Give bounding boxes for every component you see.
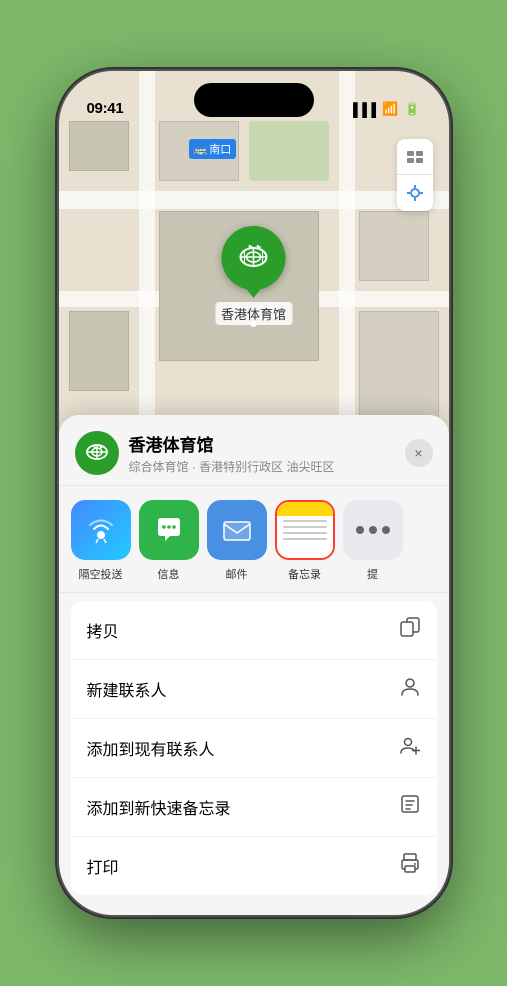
map-label-text: 南口 — [209, 141, 231, 157]
more-icon — [343, 500, 403, 560]
share-actions-row: 隔空投送 信息 — [59, 486, 449, 593]
mail-icon — [207, 500, 267, 560]
venue-icon — [75, 431, 119, 475]
person-add-icon-svg — [399, 734, 421, 756]
signal-icon: ▐▐▐ — [348, 102, 376, 117]
print-label: 打印 — [87, 854, 119, 878]
messages-label: 信息 — [158, 566, 180, 582]
map-label-tag: 🚌 南口 — [189, 139, 237, 159]
phone-screen: 09:41 ▐▐▐ 📶 🔋 — [59, 71, 449, 915]
venue-info: 香港体育馆 综合体育馆 · 香港特别行政区 油尖旺区 — [129, 431, 405, 475]
quick-note-label: 添加到新快速备忘录 — [87, 795, 231, 819]
status-time: 09:41 — [87, 100, 124, 117]
status-icons: ▐▐▐ 📶 🔋 — [348, 101, 420, 117]
notes-line-4 — [283, 538, 327, 540]
add-contact-label: 添加到现有联系人 — [87, 736, 215, 760]
notes-top-bar — [277, 502, 333, 516]
more-dot-1 — [356, 526, 364, 534]
park-area — [249, 121, 329, 181]
notes-label: 备忘录 — [288, 566, 321, 582]
map-controls — [397, 139, 433, 211]
notes-lines — [283, 520, 327, 540]
new-contact-label: 新建联系人 — [87, 677, 167, 701]
share-item-notes[interactable]: 备忘录 — [275, 500, 335, 582]
copy-icon — [399, 616, 421, 644]
pin-circle — [221, 226, 285, 290]
notes-line-1 — [283, 520, 327, 522]
map-label-icon: 🚌 — [194, 143, 208, 156]
notes-icon — [275, 500, 335, 560]
share-item-airdrop[interactable]: 隔空投送 — [71, 500, 131, 582]
location-button[interactable] — [397, 175, 433, 211]
building-3 — [359, 211, 429, 281]
building-2 — [69, 121, 129, 171]
map-type-icon — [405, 147, 425, 167]
notes-inner — [277, 502, 333, 558]
notes-line-3 — [283, 532, 327, 534]
more-label: 提 — [367, 566, 378, 582]
action-print[interactable]: 打印 — [71, 837, 437, 895]
close-button[interactable]: × — [405, 439, 433, 467]
sheet-header: 香港体育馆 综合体育馆 · 香港特别行政区 油尖旺区 × — [59, 415, 449, 486]
quick-note-icon — [399, 793, 421, 821]
airdrop-label: 隔空投送 — [79, 566, 123, 582]
messages-bubble-icon — [152, 513, 186, 547]
new-contact-icon — [399, 675, 421, 703]
note-icon-svg — [399, 793, 421, 815]
building-4 — [69, 311, 129, 391]
share-item-messages[interactable]: 信息 — [139, 500, 199, 582]
phone-frame: 09:41 ▐▐▐ 📶 🔋 — [59, 71, 449, 915]
pin-dot — [250, 321, 256, 327]
notes-line-2 — [283, 526, 327, 528]
mail-envelope-icon — [220, 513, 254, 547]
bottom-sheet: 香港体育馆 综合体育馆 · 香港特别行政区 油尖旺区 × — [59, 415, 449, 915]
person-icon-svg — [399, 675, 421, 697]
mail-label: 邮件 — [226, 566, 248, 582]
messages-icon — [139, 500, 199, 560]
location-pin[interactable]: 香港体育馆 — [215, 226, 292, 325]
action-copy[interactable]: 拷贝 — [71, 601, 437, 660]
battery-icon: 🔋 — [404, 101, 420, 117]
copy-icon-svg — [399, 616, 421, 638]
airdrop-icon — [71, 500, 131, 560]
venue-subtitle: 综合体育馆 · 香港特别行政区 油尖旺区 — [129, 458, 405, 475]
action-new-contact[interactable]: 新建联系人 — [71, 660, 437, 719]
action-list: 拷贝 新建联系人 — [71, 601, 437, 895]
airdrop-wifi-icon — [84, 513, 118, 547]
more-dot-2 — [369, 526, 377, 534]
wifi-icon: 📶 — [382, 101, 398, 117]
building-5 — [359, 311, 439, 431]
venue-stadium-icon — [83, 439, 111, 467]
location-icon — [406, 184, 424, 202]
venue-name: 香港体育馆 — [129, 431, 405, 456]
stadium-icon — [234, 239, 272, 277]
share-item-mail[interactable]: 邮件 — [207, 500, 267, 582]
share-item-more[interactable]: 提 — [343, 500, 403, 582]
road-horizontal — [59, 191, 449, 209]
more-dot-3 — [382, 526, 390, 534]
copy-label: 拷贝 — [87, 618, 119, 642]
action-quick-note[interactable]: 添加到新快速备忘录 — [71, 778, 437, 837]
map-type-button[interactable] — [397, 139, 433, 175]
print-icon — [399, 852, 421, 880]
print-icon-svg — [399, 852, 421, 874]
dynamic-island — [194, 83, 314, 117]
add-contact-icon — [399, 734, 421, 762]
action-add-contact[interactable]: 添加到现有联系人 — [71, 719, 437, 778]
more-circles — [356, 526, 390, 534]
